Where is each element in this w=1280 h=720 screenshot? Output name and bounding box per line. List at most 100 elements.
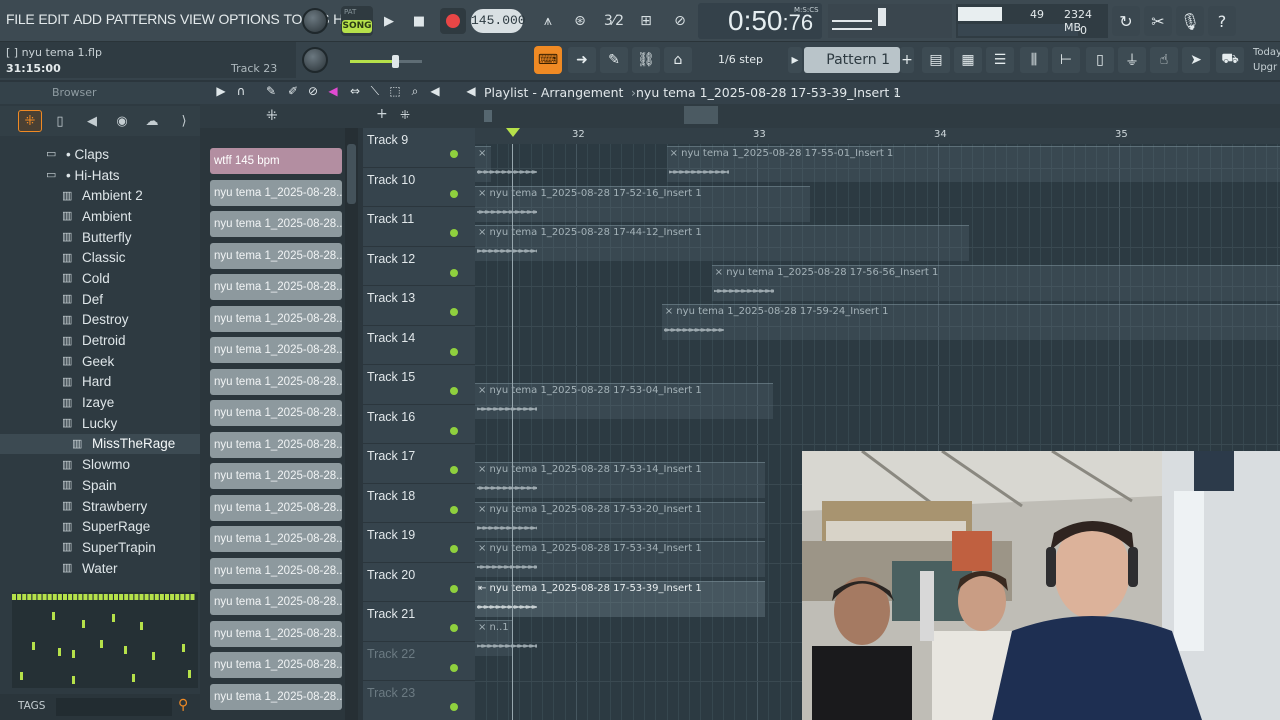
pattern-item[interactable]: wtff 145 bpm (210, 148, 342, 174)
pattern-item[interactable]: nyu tema 1_2025-08-28... (210, 179, 342, 206)
pattern-prev-button[interactable]: ▸ (788, 47, 802, 73)
track-header[interactable]: Track 12 (363, 246, 475, 286)
browser-file[interactable]: ▥ Geek (0, 351, 200, 372)
browser-file[interactable]: ▥ Classic (0, 247, 200, 268)
restart-button[interactable]: ↻ (1112, 6, 1140, 36)
track-mute-led[interactable] (450, 308, 458, 316)
overview-handle[interactable] (684, 106, 718, 124)
zoom-tool-icon[interactable]: ⌕ (406, 84, 424, 102)
browser-file[interactable]: ▥ Destroy (0, 310, 200, 331)
audio-clip[interactable]: × n..1 (475, 620, 537, 656)
loop-record-icon[interactable]: ⊘ (666, 9, 694, 33)
track-header[interactable]: Track 19 (363, 523, 475, 563)
browser-cloud-button[interactable]: ☁ (140, 110, 164, 132)
slider-handle[interactable] (392, 55, 399, 68)
browser-speaker-button[interactable]: ◀ (80, 110, 104, 132)
pattern-item[interactable]: nyu tema 1_2025-08-28... (210, 526, 342, 552)
pattern-item[interactable]: nyu tema 1_2025-08-28... (210, 463, 342, 489)
track-mute-led[interactable] (450, 466, 458, 474)
arrow-tool-button[interactable]: ➜ (568, 47, 596, 73)
metronome-icon[interactable]: ⩚ (534, 9, 562, 33)
delete-tool-icon[interactable]: ⊘ (304, 84, 322, 102)
pattern-item[interactable]: nyu tema 1_2025-08-28... (210, 589, 342, 615)
pattern-item[interactable]: nyu tema 1_2025-08-28... (210, 211, 342, 237)
browser-file[interactable]: ▥ Ambient 2 (0, 185, 200, 206)
tools-button[interactable]: ✂ (1144, 6, 1172, 36)
track-header[interactable]: Track 14 (363, 325, 475, 365)
tags-search-input[interactable] (56, 698, 172, 716)
audio-clip[interactable]: × nyu tema 1_2025-08-28 17-56-56_Insert … (711, 264, 1280, 301)
track-mute-led[interactable] (450, 189, 458, 198)
audio-clip[interactable]: × (475, 146, 537, 182)
pattern-item[interactable]: nyu tema 1_2025-08-28... (210, 494, 342, 521)
audio-clip[interactable]: × nyu tema 1_2025-08-28 17-53-34_Insert … (475, 541, 765, 577)
browser-file[interactable]: ▥ Ambient (0, 206, 200, 227)
stop-button[interactable]: ■ (406, 8, 432, 34)
track-header[interactable]: Track 16 (363, 404, 475, 444)
mute-tool-icon[interactable]: ◀ (324, 84, 342, 102)
record-button[interactable] (440, 8, 466, 34)
snap-step-selector[interactable]: 1/6 step (718, 53, 763, 66)
play-button[interactable]: ▶ (376, 8, 402, 34)
track-mute-led[interactable] (450, 624, 458, 632)
pattern-item[interactable]: nyu tema 1_2025-08-28... (210, 557, 342, 584)
stamp-button[interactable]: ⌂ (664, 47, 692, 73)
track-mute-led[interactable] (450, 703, 458, 711)
browser-all-button[interactable]: ⁜ (18, 110, 42, 132)
audio-clip[interactable]: × nyu tema 1_2025-08-28 17-53-14_Insert … (475, 462, 765, 498)
countdown-icon[interactable]: 3⁄2 (600, 9, 628, 33)
add-track-icon[interactable]: + (376, 106, 388, 122)
pattern-item[interactable]: nyu tema 1_2025-08-28... (210, 431, 342, 458)
mic-button[interactable]: 🎙 (1176, 6, 1204, 36)
select-tool-icon[interactable]: ⬚ (386, 84, 404, 102)
track-header[interactable]: Track 18 (363, 483, 475, 523)
draw-tool-icon[interactable]: ✎ (262, 84, 280, 102)
add-pattern-button[interactable]: + (900, 47, 914, 73)
audio-clip[interactable]: × nyu tema 1_2025-08-28 17-59-24_Insert … (661, 304, 1280, 340)
help-button[interactable]: ? (1208, 6, 1236, 36)
playlist-button[interactable]: ▤ (922, 47, 950, 73)
track-header[interactable]: Track 20 (363, 562, 475, 602)
mixer-button[interactable]: ⫼ (1020, 47, 1048, 73)
project-button[interactable]: ▯ (1086, 47, 1114, 73)
browser-file[interactable]: ▥ Spain (0, 475, 200, 496)
browser-file[interactable]: ▥ Detroid (0, 330, 200, 351)
picker-scrollbar[interactable] (345, 128, 358, 720)
browser-file[interactable]: ▥ Lucky (0, 413, 200, 434)
typing-keyboard-button[interactable]: ⌨ (534, 46, 562, 74)
track-mute-led[interactable] (450, 505, 458, 514)
pattern-item[interactable]: nyu tema 1_2025-08-28... (210, 337, 342, 363)
menu-options[interactable]: OPTIONS (219, 11, 280, 27)
browser-file[interactable]: ▥ Izaye (0, 392, 200, 413)
channel-rack-button[interactable]: ☰ (986, 47, 1014, 73)
track-mute-led[interactable] (450, 268, 458, 277)
menu-patterns[interactable]: PATTERNS (106, 11, 177, 27)
track-tools-icon[interactable]: ⁜ (400, 108, 410, 122)
pencil-button[interactable]: ✎ (600, 47, 628, 73)
touch-button[interactable]: ☝ (1150, 47, 1178, 73)
track-header[interactable]: Track 13 (363, 286, 475, 326)
track-header[interactable]: Track 17 (363, 444, 475, 484)
browser-button[interactable]: ⊢ (1052, 47, 1080, 73)
pattern-item[interactable]: nyu tema 1_2025-08-28... (210, 242, 342, 269)
browser-file[interactable]: ▥ SuperTrapin (0, 537, 200, 558)
audio-clip[interactable]: × nyu tema 1_2025-08-28 17-52-16_Insert … (475, 185, 810, 222)
track-mute-led[interactable] (450, 663, 458, 672)
pattern-item[interactable]: nyu tema 1_2025-08-28... (210, 274, 342, 300)
browser-more-button[interactable]: ⟩ (172, 110, 196, 132)
track-header[interactable]: Track 10 (363, 167, 475, 207)
browser-file[interactable]: ▥ Cold (0, 268, 200, 289)
track-mute-led[interactable] (450, 387, 458, 395)
track-mute-led[interactable] (450, 584, 458, 593)
playback-tool-icon[interactable]: ◀ (426, 84, 444, 102)
search-icon[interactable]: ⚲ (178, 697, 188, 713)
master-pitch-knob[interactable] (302, 47, 328, 73)
pattern-item[interactable]: nyu tema 1_2025-08-28... (210, 620, 342, 647)
track-header[interactable]: Track 22 (363, 641, 475, 681)
speaker-icon[interactable]: ◀ (462, 84, 480, 102)
pattern-item[interactable]: nyu tema 1_2025-08-28... (210, 400, 342, 426)
step-edit-icon[interactable]: ⊞ (632, 9, 660, 33)
browser-plugins-button[interactable]: ◉ (110, 110, 134, 132)
slice-tool-icon[interactable]: ⟍ (366, 84, 384, 102)
browser-folder[interactable]: ▭ • Claps (0, 144, 200, 165)
